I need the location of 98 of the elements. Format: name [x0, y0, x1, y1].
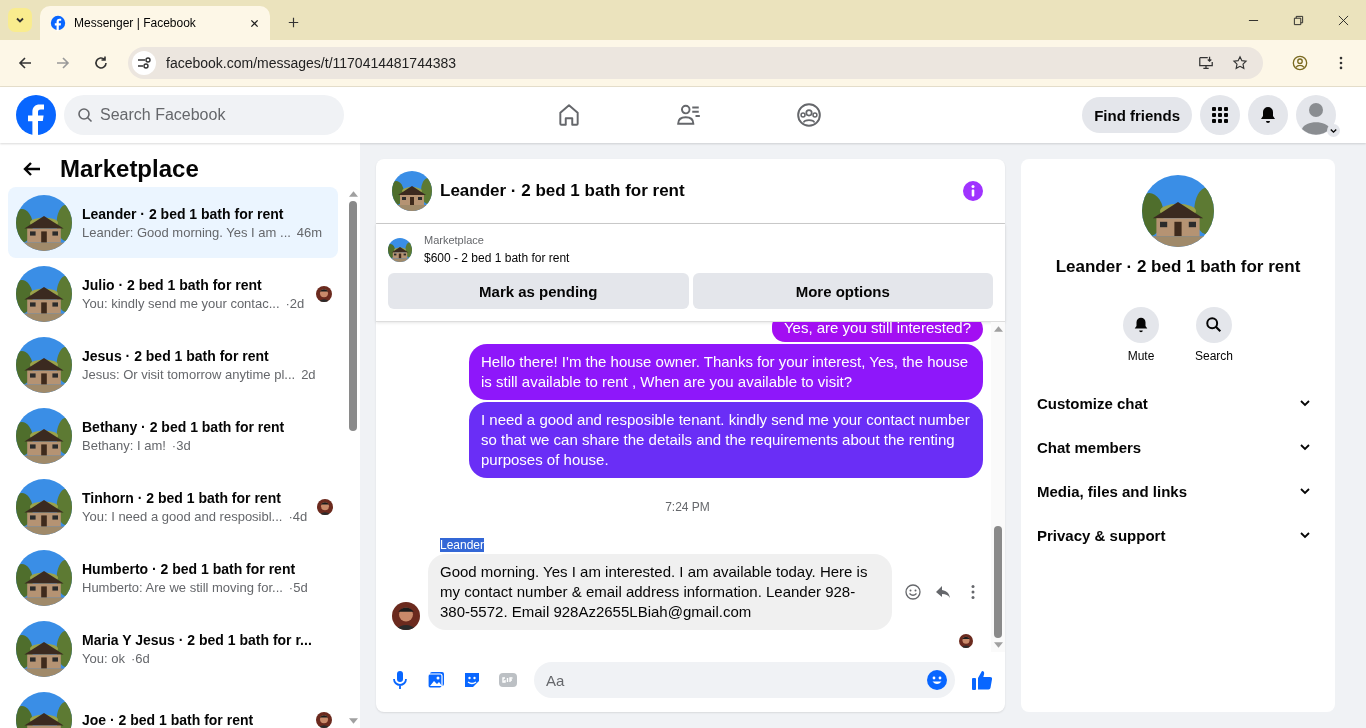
sender-name: Leander — [440, 538, 485, 552]
scroll-up-icon[interactable] — [348, 191, 358, 197]
message-time: 2d — [301, 366, 316, 382]
conversation-item[interactable]: Tinhorn · 2 bed 1 bath for rent You: I need a good and resposibl... ·4d — [8, 471, 338, 542]
message-time: ·2d — [285, 295, 305, 311]
message-time: ·3d — [171, 437, 191, 453]
conversation-item[interactable]: Joe · 2 bed 1 bath for rent — [8, 684, 338, 728]
message-time: ·4d — [288, 508, 308, 524]
conversation-name: Jesus · 2 bed 1 bath for rent — [82, 347, 270, 364]
listing-label: Marketplace — [424, 234, 485, 246]
conversation-item[interactable]: Bethany · 2 bed 1 bath for rent Bethany: I am! ·3d — [8, 400, 338, 471]
mute-button[interactable] — [1123, 307, 1159, 343]
grid-icon — [1211, 106, 1229, 124]
browser-tab[interactable]: Messenger | Facebook — [40, 6, 270, 40]
microphone-icon[interactable] — [390, 670, 410, 690]
listing-action-button[interactable]: Mark as pending — [388, 273, 689, 309]
thumbs-up-icon[interactable] — [971, 669, 993, 691]
chat-title: Leander · 2 bed 1 bath for rent — [440, 181, 685, 201]
message-preview: You: I need a good and resposibl... — [82, 508, 283, 524]
message-preview: Jesus: Or visit tomorrow anytime pl... — [82, 366, 296, 382]
message-time: ·6d — [130, 650, 150, 666]
message-preview: Bethany: I am! — [82, 437, 166, 453]
forward-icon[interactable] — [55, 55, 71, 71]
search-field[interactable]: Search Facebook — [64, 95, 344, 135]
conversation-name: Humberto · 2 bed 1 bath for rent — [82, 560, 297, 577]
action-label: Search — [1195, 349, 1233, 363]
image-icon[interactable] — [426, 670, 446, 690]
close-icon[interactable] — [249, 17, 260, 29]
message-preview: You: kindly send me your contac... — [82, 295, 280, 311]
facebook-logo-icon[interactable] — [16, 95, 56, 135]
message-time: ·5d — [288, 579, 308, 595]
bell-icon — [1132, 316, 1150, 334]
conversation-name: Maria Y Jesus · 2 bed 1 bath for r... — [82, 631, 312, 648]
sent-message: Yes, are you still interested? — [771, 322, 983, 342]
site-settings-icon[interactable] — [132, 51, 156, 75]
smiley-icon[interactable] — [904, 583, 922, 601]
message-preview: Leander: Good morning. Yes I am ... — [82, 224, 291, 240]
section-title: Media, files and links — [1037, 482, 1188, 500]
message-input[interactable]: Aa — [534, 662, 955, 698]
sticker-icon[interactable] — [462, 670, 482, 690]
scroll-down-icon[interactable] — [348, 718, 358, 724]
emoji-icon[interactable] — [927, 670, 947, 690]
new-tab-icon[interactable] — [288, 17, 299, 28]
conversation-item[interactable]: Humberto · 2 bed 1 bath for rent Humberto: Are we still moving for... ·5d — [8, 542, 338, 613]
tab-title: Messenger | Facebook — [74, 16, 197, 30]
message-preview: Humberto: Are we still moving for... — [82, 579, 283, 595]
conversation-name: Leander · 2 bed 1 bath for rent — [82, 205, 285, 222]
section-title: Privacy & support — [1037, 526, 1166, 544]
notifications-button[interactable] — [1248, 95, 1288, 135]
close-icon[interactable] — [1338, 15, 1349, 26]
section-title: Customize chat — [1037, 394, 1148, 412]
conversation-name: Tinhorn · 2 bed 1 bath for rent — [82, 489, 282, 506]
sidebar-title: Marketplace — [60, 155, 199, 183]
chevron-down-icon — [1299, 397, 1311, 409]
friends-icon[interactable] — [676, 102, 702, 128]
conversation-item[interactable]: Jesus · 2 bed 1 bath for rent Jesus: Or visit tomorrow anytime pl... 2d — [8, 329, 338, 400]
install-app-icon[interactable] — [1198, 55, 1214, 71]
find-friends-button[interactable]: Find friends — [1082, 97, 1192, 133]
contact-name: Leander · 2 bed 1 bath for rent — [1055, 257, 1301, 277]
listing-action-button[interactable]: More options — [692, 273, 993, 309]
facebook-logo-icon — [50, 15, 66, 31]
chevron-down-icon — [1299, 485, 1311, 497]
address-bar[interactable]: facebook.com/messages/t/1170414481744383 — [128, 47, 1263, 79]
chevron-down-icon[interactable] — [1327, 124, 1340, 137]
tab-search-button[interactable] — [8, 8, 32, 32]
timestamp: 7:24 PM — [665, 500, 710, 514]
groups-icon[interactable] — [796, 102, 822, 128]
sent-message: I need a good and resposible tenant. kindly send me your contact number so that we can share the details and the requirements about the renting purposes of house. — [469, 402, 983, 478]
conversation-name: Joe · 2 bed 1 bath for rent — [82, 711, 255, 728]
received-message: Good morning. Yes I am interested. I am available today. Here is my contact number & email address information. Leander 928-380-5572. Email 928Az2655LBiah@gmail.com — [428, 554, 892, 630]
sent-message: Hello there! I'm the house owner. Thanks for your interest, Yes, the house is still available to rent , When are you available to visit? — [469, 344, 983, 400]
home-icon[interactable] — [556, 102, 582, 128]
action-label: Mute — [1127, 349, 1155, 363]
search-icon — [77, 107, 93, 123]
message-preview: You: ok — [82, 650, 125, 666]
conversation-name: Bethany · 2 bed 1 bath for rent — [82, 418, 286, 435]
scrollbar-thumb[interactable] — [994, 526, 1002, 638]
search-icon — [1205, 316, 1223, 334]
bell-icon — [1258, 105, 1278, 125]
listing-title: $600 - 2 bed 1 bath for rent — [424, 251, 570, 265]
menu-button[interactable] — [1200, 95, 1240, 135]
section-title: Chat members — [1037, 438, 1142, 456]
url-text: facebook.com/messages/t/1170414481744383 — [166, 55, 457, 71]
profile-icon[interactable] — [1292, 55, 1308, 71]
info-icon[interactable] — [963, 181, 983, 201]
chevron-down-icon — [1299, 441, 1311, 453]
chevron-down-icon — [1299, 529, 1311, 541]
bookmark-star-icon[interactable] — [1232, 55, 1248, 71]
conversation-item[interactable]: Leander · 2 bed 1 bath for rent Leander: Good morning. Yes I am ... 46m — [8, 187, 338, 258]
search-button[interactable] — [1196, 307, 1232, 343]
reload-icon[interactable] — [93, 55, 109, 71]
scrollbar-thumb[interactable] — [349, 201, 357, 431]
back-icon[interactable] — [17, 55, 33, 71]
conversation-name: Julio · 2 bed 1 bath for rent — [82, 276, 263, 293]
restore-icon[interactable] — [1293, 15, 1304, 26]
conversation-item[interactable]: Maria Y Jesus · 2 bed 1 bath for r... You: ok ·6d — [8, 613, 338, 684]
message-time: 46m — [296, 224, 323, 240]
conversation-item[interactable]: Julio · 2 bed 1 bath for rent You: kindly send me your contac... ·2d — [8, 258, 338, 329]
